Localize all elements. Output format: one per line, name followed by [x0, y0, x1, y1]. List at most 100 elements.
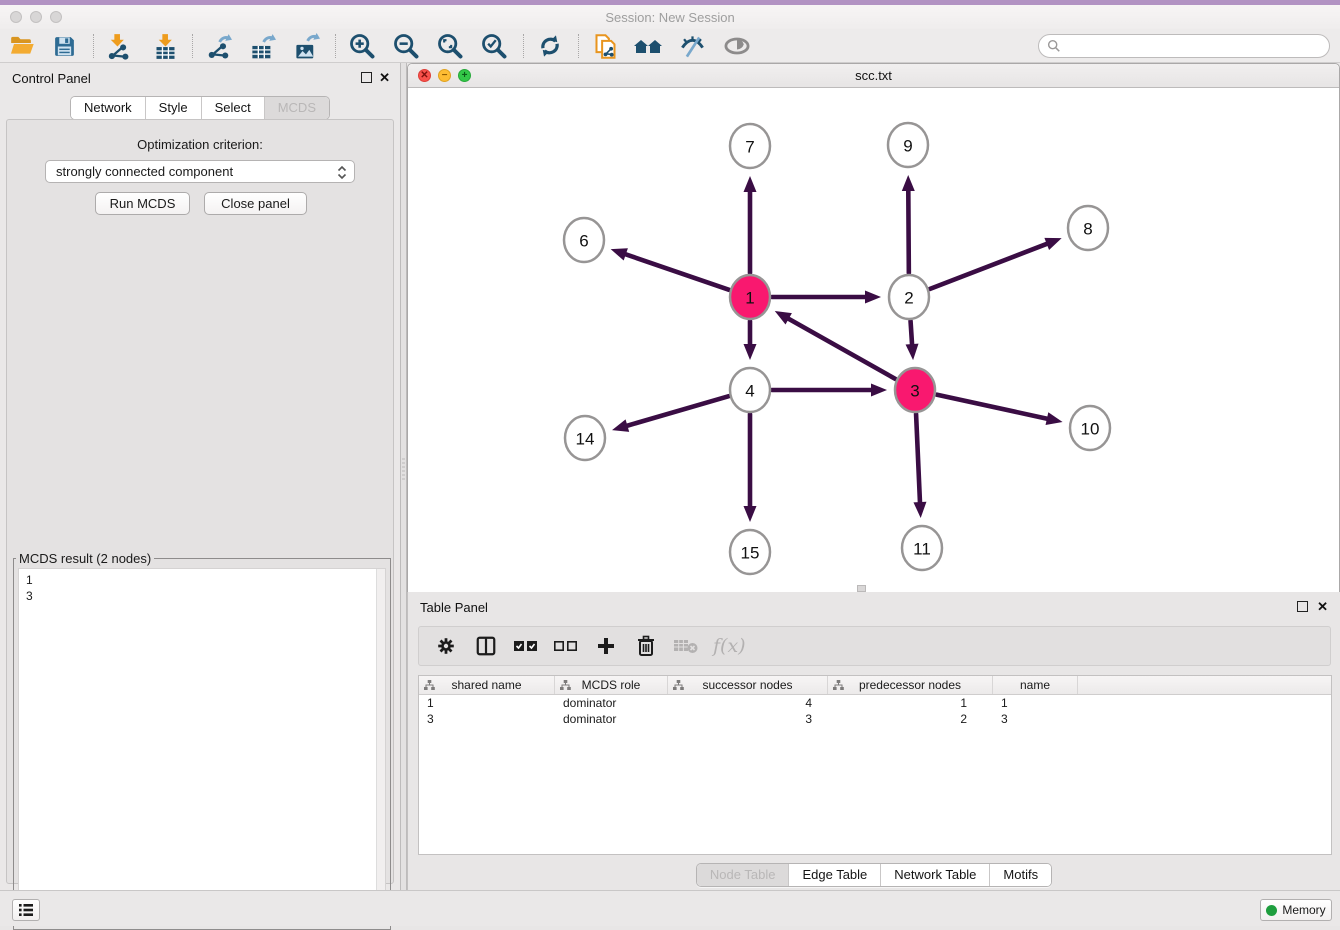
table-cell[interactable]: 2 [828, 711, 993, 727]
session-title: Session: New Session [0, 10, 1340, 25]
column-header-predecessor-nodes[interactable]: predecessor nodes [828, 676, 993, 694]
tab-style[interactable]: Style [146, 97, 202, 119]
network-canvas[interactable]: 7968124314101511 [408, 88, 1339, 592]
table-cell[interactable]: 1 [993, 695, 1078, 711]
export-network-icon[interactable] [203, 32, 233, 60]
memory-button[interactable]: Memory [1260, 899, 1332, 921]
tab-select[interactable]: Select [202, 97, 265, 119]
run-mcds-label: Run MCDS [110, 196, 176, 211]
network-window-titlebar: scc.txt ✕ − + [408, 64, 1339, 88]
unselect-all-columns-icon[interactable] [553, 633, 579, 659]
close-panel-icon[interactable]: ✕ [379, 70, 390, 86]
table-row[interactable]: 3dominator323 [419, 711, 1331, 727]
vertical-splitter[interactable] [400, 63, 407, 890]
edge-1-6[interactable] [624, 254, 729, 290]
edge-3-10[interactable] [937, 395, 1049, 419]
table-tabs: Node TableEdge TableNetwork TableMotifs [408, 863, 1340, 887]
hierarchy-icon [560, 680, 571, 691]
arrowhead [906, 344, 919, 360]
tab-mcds[interactable]: MCDS [265, 97, 329, 119]
show-all-icon[interactable] [722, 32, 752, 60]
node-table[interactable]: shared nameMCDS rolesuccessor nodesprede… [418, 675, 1332, 855]
mcds-result-item[interactable]: 1 [26, 572, 385, 588]
apply-layout-icon[interactable] [535, 32, 565, 60]
import-table-icon[interactable] [150, 32, 180, 60]
app-titlebar: Session: New Session [0, 5, 1340, 29]
table-cell[interactable]: 3 [668, 711, 828, 727]
close-table-panel-icon[interactable]: ✕ [1317, 599, 1328, 615]
control-panel-title: Control Panel [12, 71, 91, 86]
edge-2-8[interactable] [930, 243, 1049, 289]
column-header-name[interactable]: name [993, 676, 1078, 694]
edge-2-3[interactable] [911, 321, 913, 346]
column-header-MCDS-role[interactable]: MCDS role [555, 676, 668, 694]
memory-label: Memory [1282, 903, 1325, 917]
node-label-8: 8 [1083, 220, 1092, 239]
network-graph[interactable]: 7968124314101511 [408, 88, 1339, 592]
home-icon[interactable] [633, 32, 663, 60]
node-label-4: 4 [745, 382, 754, 401]
zoom-out-icon[interactable] [391, 32, 421, 60]
add-column-icon[interactable] [593, 633, 619, 659]
node-label-10: 10 [1081, 420, 1100, 439]
column-header-shared-name[interactable]: shared name [419, 676, 555, 694]
edge-3-1[interactable] [787, 318, 895, 379]
export-image-icon[interactable] [291, 32, 321, 60]
hierarchy-icon [424, 680, 435, 691]
tab-network[interactable]: Network [71, 97, 146, 119]
list-icon [18, 903, 34, 917]
hierarchy-icon [833, 680, 844, 691]
table-cell[interactable]: 1 [828, 695, 993, 711]
export-table-icon[interactable] [247, 32, 277, 60]
table-cell[interactable]: dominator [555, 711, 668, 727]
splitter-handle[interactable] [402, 458, 405, 480]
control-panel-tabs: NetworkStyleSelectMCDS [0, 96, 400, 120]
tab-edge-table[interactable]: Edge Table [789, 864, 881, 886]
column-layout-icon[interactable] [473, 633, 499, 659]
scrollbar[interactable] [376, 569, 385, 924]
hide-selected-icon[interactable] [677, 32, 707, 60]
show-panels-button[interactable] [12, 899, 40, 921]
edge-4-14[interactable] [625, 396, 728, 426]
select-all-columns-icon[interactable] [513, 633, 539, 659]
tab-network-table[interactable]: Network Table [881, 864, 990, 886]
open-session-icon[interactable] [7, 32, 37, 60]
edge-3-11[interactable] [916, 414, 920, 504]
table-cell[interactable]: 1 [419, 695, 555, 711]
edge-2-9[interactable] [908, 189, 909, 273]
arrowhead [913, 502, 926, 518]
run-mcds-button[interactable]: Run MCDS [95, 192, 190, 215]
search-input[interactable] [1038, 34, 1330, 58]
node-label-11: 11 [913, 540, 931, 559]
import-network-icon[interactable] [102, 32, 132, 60]
save-session-icon[interactable] [49, 32, 79, 60]
optimization-criterion-label: Optimization criterion: [7, 137, 393, 152]
horizontal-splitter-handle[interactable] [857, 585, 866, 592]
float-panel-icon[interactable] [361, 72, 372, 83]
table-cell[interactable]: 3 [993, 711, 1078, 727]
criterion-dropdown[interactable]: strongly connected component [45, 160, 355, 183]
column-header-successor-nodes[interactable]: successor nodes [668, 676, 828, 694]
table-cell[interactable]: dominator [555, 695, 668, 711]
control-panel: Control Panel ✕ NetworkStyleSelectMCDS O… [0, 63, 400, 890]
mcds-result-item[interactable]: 3 [26, 588, 385, 604]
delete-column-icon[interactable] [633, 633, 659, 659]
tab-node-table[interactable]: Node Table [697, 864, 790, 886]
arrowhead [612, 419, 629, 431]
close-panel-label: Close panel [221, 196, 290, 211]
table-options-icon[interactable] [433, 633, 459, 659]
table-cell[interactable]: 4 [668, 695, 828, 711]
zoom-selected-icon[interactable] [479, 32, 509, 60]
table-row[interactable]: 1dominator411 [419, 695, 1331, 711]
float-table-panel-icon[interactable] [1297, 601, 1308, 612]
zoom-in-icon[interactable] [347, 32, 377, 60]
clone-network-icon[interactable] [590, 32, 620, 60]
table-cell[interactable]: 3 [419, 711, 555, 727]
table-header-row: shared nameMCDS rolesuccessor nodesprede… [419, 676, 1331, 695]
tab-motifs[interactable]: Motifs [990, 864, 1051, 886]
chevron-updown-icon [337, 165, 347, 183]
network-title: scc.txt [408, 68, 1339, 83]
mcds-result-list[interactable]: 13 [18, 568, 386, 925]
zoom-fit-icon[interactable] [435, 32, 465, 60]
close-panel-button[interactable]: Close panel [204, 192, 307, 215]
